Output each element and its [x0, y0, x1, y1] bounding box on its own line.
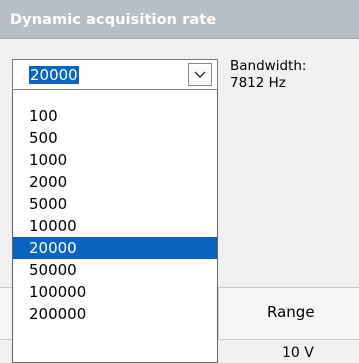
bandwidth-value: 7812 Hz [230, 75, 286, 91]
dropdown-option[interactable]: 500 [13, 127, 217, 149]
dropdown-option[interactable]: 100000 [13, 281, 217, 303]
dropdown-option[interactable]: 200000 [13, 303, 217, 325]
bandwidth-info: Bandwidth: 7812 Hz [230, 58, 306, 92]
acquisition-rate-select[interactable]: 20000 [12, 59, 218, 90]
column-separator[interactable] [218, 288, 219, 340]
panel-title: Dynamic acquisition rate [10, 12, 217, 28]
dropdown-option[interactable]: 10000 [13, 215, 217, 237]
dropdown-toggle-button[interactable] [188, 63, 212, 86]
chevron-down-icon [194, 71, 206, 78]
range-cell[interactable]: 10 V [282, 345, 314, 361]
dropdown-option[interactable]: 100 [13, 105, 217, 127]
column-header-range[interactable]: Range [267, 303, 315, 321]
dropdown-option[interactable]: 50000 [13, 259, 217, 281]
dropdown-option[interactable]: 2000 [13, 171, 217, 193]
bandwidth-label: Bandwidth: [230, 58, 307, 74]
dropdown-option-selected[interactable]: 20000 [13, 237, 217, 259]
dropdown-option[interactable]: 5000 [13, 193, 217, 215]
acquisition-rate-dropdown-list[interactable]: 100 500 1000 2000 5000 10000 20000 50000… [12, 90, 218, 363]
acquisition-rate-value[interactable]: 20000 [29, 66, 79, 84]
panel-header: Dynamic acquisition rate [0, 0, 359, 39]
dropdown-option[interactable]: 1000 [13, 149, 217, 171]
